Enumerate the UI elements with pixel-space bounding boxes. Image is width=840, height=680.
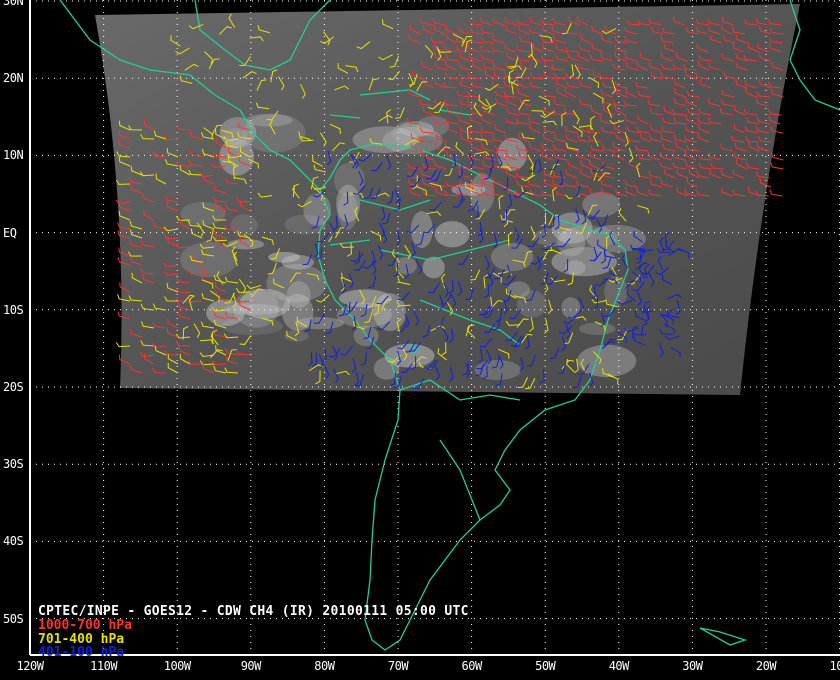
cloud-patch	[384, 343, 435, 368]
legend-low-level: 1000-700 hPa	[38, 618, 132, 633]
x-tick-label: 70W	[387, 659, 409, 673]
cloud-patch	[434, 221, 470, 248]
y-tick-label: 40S	[3, 534, 24, 549]
map-title: CPTEC/INPE - GOES12 - CDW CH4 (IR) 20100…	[38, 604, 469, 619]
y-tick-label: 50S	[3, 611, 24, 626]
cloud-patch	[422, 256, 445, 279]
wind-barb	[769, 189, 783, 197]
x-tick-label: 80W	[314, 659, 335, 673]
cloud-patch	[497, 137, 527, 171]
y-tick-label: 30N	[3, 0, 24, 8]
x-tick-label: 120W	[16, 659, 44, 673]
africa-coast	[789, 0, 840, 111]
x-tick-label: 10W	[829, 659, 840, 673]
cloud-patch	[516, 290, 547, 318]
y-tick-label: 10S	[3, 302, 24, 317]
x-tick-label: 20W	[755, 659, 777, 673]
x-tick-label: 100W	[163, 659, 191, 673]
cloud-patch	[577, 344, 637, 378]
cloud-patch	[245, 113, 293, 127]
y-tick-label: 30S	[3, 457, 24, 472]
x-tick-label: 50W	[535, 659, 556, 673]
y-tick-label: 20S	[3, 380, 24, 394]
falklands	[699, 627, 748, 646]
y-tick-label: 20N	[3, 71, 24, 86]
x-tick-label: 110W	[90, 659, 118, 673]
cloud-patch	[551, 247, 617, 277]
x-tick-label: 40W	[608, 659, 630, 673]
x-tick-label: 90W	[240, 659, 262, 673]
cloud-patch	[579, 322, 616, 335]
wind-barb	[770, 162, 784, 170]
y-tick-label: 10N	[3, 148, 24, 163]
map-canvas	[29, 0, 840, 656]
x-tick-label: 30W	[682, 659, 703, 673]
y-tick-label: EQ	[3, 225, 17, 240]
x-tick-label: 60W	[461, 659, 483, 673]
legend-high-level: 401-100 hPa	[38, 645, 125, 660]
cloud-patch	[561, 297, 580, 319]
cloud-patch	[353, 325, 379, 347]
wind-barb	[771, 152, 784, 161]
cloud-patch	[490, 242, 534, 272]
cloud-patch	[268, 251, 300, 263]
cloud-patch	[266, 264, 327, 303]
cloud-patch	[565, 260, 586, 276]
